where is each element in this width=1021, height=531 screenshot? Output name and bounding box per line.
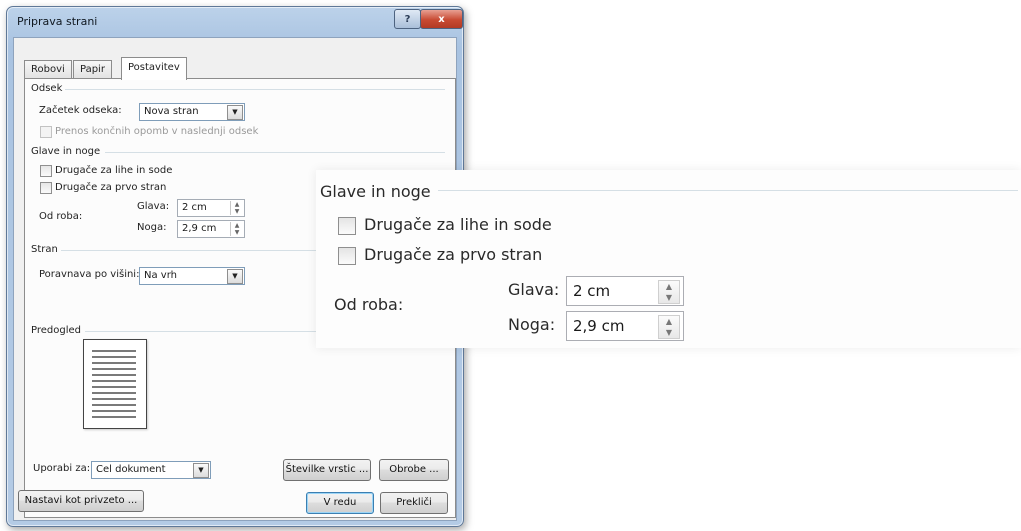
- header-distance-input[interactable]: 2 cm ▲ ▼: [177, 199, 245, 217]
- preview-line: [92, 392, 136, 394]
- tab-postavitev[interactable]: Postavitev: [121, 57, 187, 80]
- group-label: Stran: [31, 244, 58, 255]
- dialog-title: Priprava strani: [17, 15, 98, 28]
- title-bar[interactable]: Priprava strani ? x: [7, 7, 463, 37]
- apply-to-label: Uporabi za:: [33, 463, 91, 474]
- footer-distance-label: Noga:: [137, 222, 167, 233]
- zoom-footer-input[interactable]: 2,9 cm ▲ ▼: [566, 311, 684, 341]
- first-page-checkbox[interactable]: [40, 182, 52, 194]
- preview-line: [92, 380, 136, 382]
- line-numbers-button[interactable]: Številke vrstic ...: [283, 459, 371, 481]
- preview-line: [92, 416, 136, 418]
- cancel-button[interactable]: Prekliči: [380, 492, 448, 514]
- preview-line: [92, 362, 136, 364]
- zoom-first-page-label: Drugače za prvo stran: [364, 245, 543, 264]
- zoom-group-label: Glave in noge: [320, 182, 431, 201]
- zoom-group-divider: [438, 190, 1018, 191]
- select-value: Nova stran: [144, 106, 199, 117]
- vertical-align-label: Poravnava po višini:: [39, 269, 140, 280]
- input-value: 2,9 cm: [182, 223, 217, 234]
- zoom-first-page-checkbox[interactable]: [338, 247, 356, 265]
- zoomed-headers-callout: Glave in noge Drugače za lihe in sode Dr…: [316, 170, 1021, 348]
- borders-button[interactable]: Obrobe ...: [379, 459, 449, 481]
- preview-line: [92, 374, 136, 376]
- stepper-arrows-icon[interactable]: ▲ ▼: [658, 315, 680, 339]
- section-start-select[interactable]: Nova stran ▼: [139, 103, 245, 121]
- input-value: 2 cm: [573, 282, 611, 300]
- chevron-down-icon[interactable]: ▼: [227, 269, 243, 284]
- question-icon: ?: [404, 13, 411, 25]
- tab-label: Papir: [80, 64, 105, 75]
- group-divider: [65, 89, 445, 90]
- zoom-from-edge-label: Od roba:: [334, 295, 404, 314]
- tab-robovi[interactable]: Robovi: [24, 60, 72, 79]
- header-distance-label: Glava:: [137, 201, 170, 212]
- first-page-label: Drugače za prvo stran: [55, 182, 167, 193]
- zoom-odd-even-label: Drugače za lihe in sode: [364, 215, 552, 234]
- stepper-arrows-icon[interactable]: ▲ ▼: [230, 201, 243, 215]
- tab-papir[interactable]: Papir: [73, 60, 112, 79]
- input-value: 2,9 cm: [573, 317, 625, 335]
- chevron-down-icon[interactable]: ▼: [193, 463, 209, 478]
- suppress-endnotes-checkbox[interactable]: [40, 126, 52, 138]
- preview-line: [92, 398, 136, 400]
- preview-line: [92, 368, 136, 370]
- stepper-arrows-icon[interactable]: ▲ ▼: [230, 222, 243, 236]
- group-divider: [105, 152, 445, 153]
- apply-to-select[interactable]: Cel dokument ▼: [91, 461, 211, 479]
- select-value: Na vrh: [144, 270, 177, 281]
- tab-label: Robovi: [31, 64, 65, 75]
- group-label: Glave in noge: [31, 146, 101, 157]
- preview-line: [92, 356, 136, 358]
- input-value: 2 cm: [182, 202, 207, 213]
- zoom-header-label: Glava:: [508, 280, 560, 299]
- preview-line: [92, 350, 136, 352]
- preview-line: [92, 404, 136, 406]
- odd-even-checkbox[interactable]: [40, 165, 52, 177]
- preview-line: [92, 410, 136, 412]
- tab-label: Postavitev: [128, 62, 180, 73]
- chevron-down-icon[interactable]: ▼: [227, 105, 243, 120]
- close-icon: x: [438, 13, 445, 25]
- footer-distance-input[interactable]: 2,9 cm ▲ ▼: [177, 220, 245, 238]
- group-label: Odsek: [31, 83, 63, 94]
- preview-line: [92, 386, 136, 388]
- zoom-footer-label: Noga:: [508, 315, 556, 334]
- help-button[interactable]: ?: [394, 9, 421, 29]
- page-preview-thumbnail: [83, 339, 147, 429]
- stepper-arrows-icon[interactable]: ▲ ▼: [658, 280, 680, 304]
- suppress-endnotes-label: Prenos končnih opomb v naslednji odsek: [55, 126, 259, 137]
- group-label: Predogled: [31, 325, 81, 336]
- close-button[interactable]: x: [420, 9, 463, 29]
- odd-even-label: Drugače za lihe in sode: [55, 165, 173, 176]
- vertical-align-select[interactable]: Na vrh ▼: [139, 267, 245, 285]
- zoom-odd-even-checkbox[interactable]: [338, 217, 356, 235]
- ok-button[interactable]: V redu: [306, 492, 374, 514]
- select-value: Cel dokument: [96, 464, 166, 475]
- zoom-header-input[interactable]: 2 cm ▲ ▼: [566, 276, 684, 306]
- from-edge-label: Od roba:: [39, 211, 83, 222]
- set-default-button[interactable]: Nastavi kot privzeto ...: [18, 490, 144, 512]
- section-start-label: Začetek odseka:: [39, 105, 122, 116]
